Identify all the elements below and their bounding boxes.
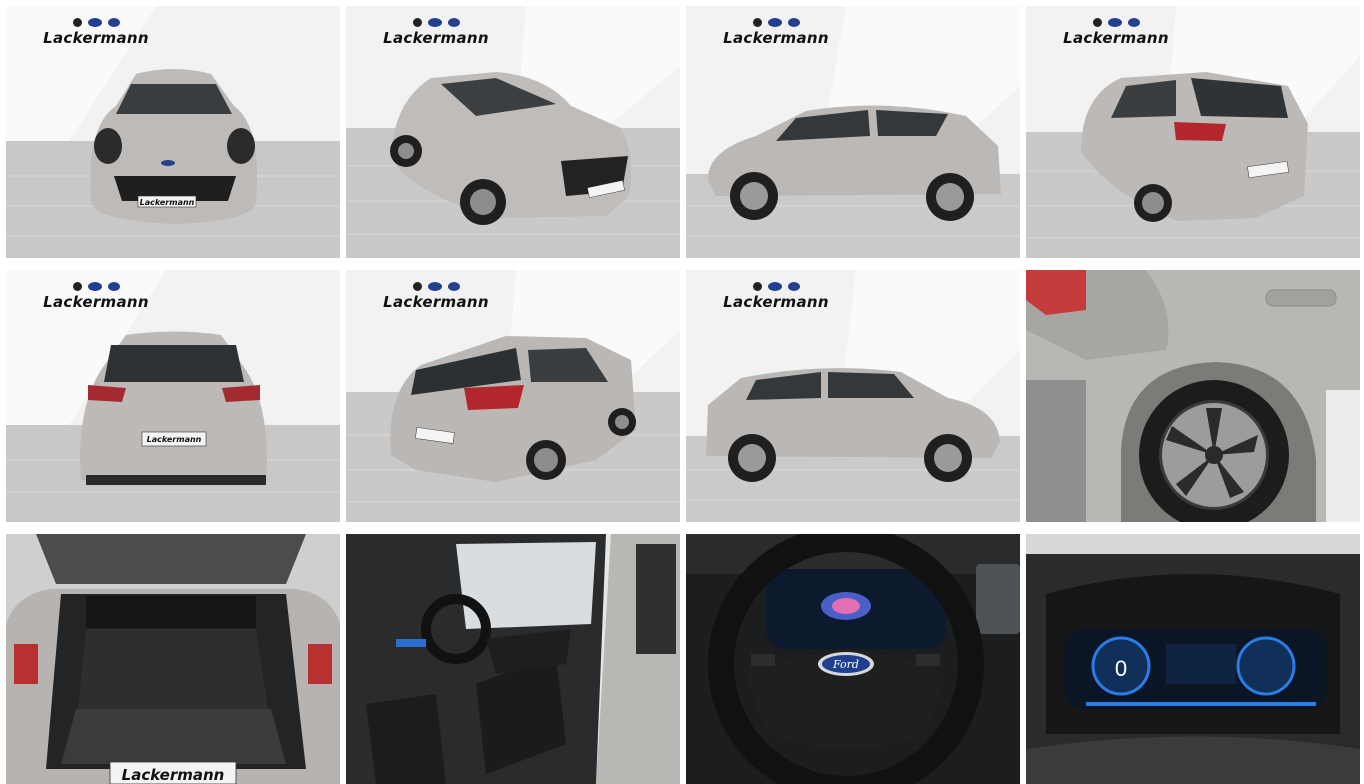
svg-text:Ford: Ford — [832, 658, 859, 671]
opel-icon — [412, 281, 422, 291]
ford-icon — [87, 281, 102, 291]
dealer-logo: Lackermann — [1056, 16, 1176, 47]
photo-trunk[interactable]: Lackermann — [6, 534, 340, 784]
hyundai-icon — [447, 281, 460, 291]
dealer-name: Lackermann — [383, 293, 489, 311]
photo-side-right[interactable]: Lackermann — [686, 270, 1020, 522]
photo-rear-three-quarter-left[interactable]: Lackermann — [1026, 6, 1360, 258]
photo-side-left[interactable]: Lackermann — [686, 6, 1020, 258]
hyundai-icon — [1127, 17, 1140, 27]
dealer-logo: Lackermann — [376, 16, 496, 47]
instrument-cluster-image: 0 — [1026, 534, 1360, 784]
dealer-logo: Lackermann — [716, 16, 836, 47]
opel-icon — [72, 17, 82, 27]
dealer-name: Lackermann — [723, 293, 829, 311]
svg-text:Lackermann: Lackermann — [147, 435, 202, 444]
ford-icon — [87, 17, 102, 27]
photo-wheel-detail[interactable] — [1026, 270, 1360, 522]
photo-front-three-quarter[interactable]: Lackermann — [346, 6, 680, 258]
dealer-name: Lackermann — [1063, 29, 1169, 47]
opel-icon — [752, 17, 762, 27]
dealer-logo: Lackermann — [36, 280, 156, 311]
trunk-image: Lackermann — [6, 534, 340, 784]
hyundai-icon — [447, 17, 460, 27]
photo-instrument-cluster[interactable]: 0 — [1026, 534, 1360, 784]
steering-wheel-image: Ford — [686, 534, 1020, 784]
wheel-detail-image — [1026, 270, 1360, 522]
ford-icon — [427, 281, 442, 291]
dealer-logo: Lackermann — [36, 16, 156, 47]
svg-text:Lackermann: Lackermann — [122, 766, 225, 784]
photo-front-seats[interactable] — [346, 534, 680, 784]
ford-icon — [767, 17, 782, 27]
photo-rear-three-quarter-right[interactable]: Lackermann — [346, 270, 680, 522]
ford-icon — [767, 281, 782, 291]
photo-rear[interactable]: Lackermann Lackermann — [6, 270, 340, 522]
opel-icon — [752, 281, 762, 291]
dealer-name: Lackermann — [383, 29, 489, 47]
dealer-logo: Lackermann — [376, 280, 496, 311]
opel-icon — [1092, 17, 1102, 27]
photo-front[interactable]: Lackermann Lackermann — [6, 6, 340, 258]
hyundai-icon — [107, 17, 120, 27]
dealer-name: Lackermann — [43, 293, 149, 311]
dealer-name: Lackermann — [723, 29, 829, 47]
photo-steering-wheel[interactable]: Ford — [686, 534, 1020, 784]
opel-icon — [412, 17, 422, 27]
front-seats-image — [346, 534, 680, 784]
hyundai-icon — [787, 281, 800, 291]
opel-icon — [72, 281, 82, 291]
dealer-name: Lackermann — [43, 29, 149, 47]
photo-gallery: Lackermann Lackermann Lackermann Lackerm… — [0, 0, 1364, 784]
dealer-logo: Lackermann — [716, 280, 836, 311]
svg-text:Lackermann: Lackermann — [140, 198, 195, 207]
hyundai-icon — [107, 281, 120, 291]
ford-icon — [1107, 17, 1122, 27]
cluster-speed: 0 — [1115, 656, 1127, 681]
ford-icon — [427, 17, 442, 27]
hyundai-icon — [787, 17, 800, 27]
